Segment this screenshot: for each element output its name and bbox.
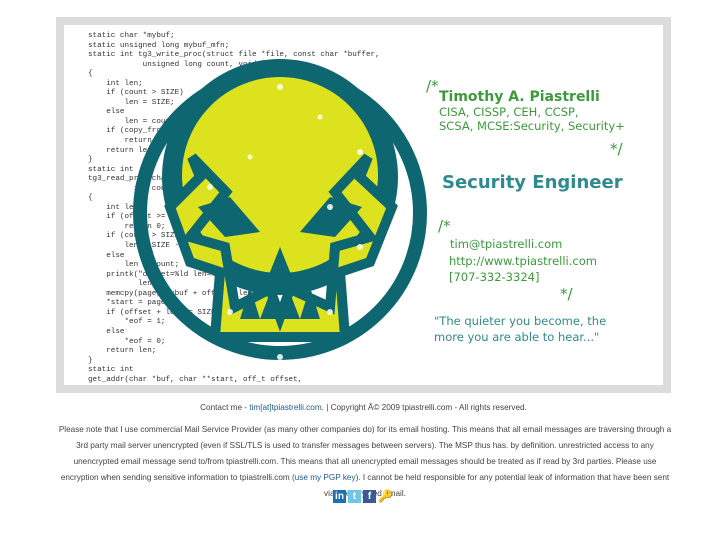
facebook-icon[interactable]: f <box>363 490 376 503</box>
job-title: Security Engineer <box>442 172 623 193</box>
comment-open-2: /* <box>438 217 451 235</box>
contact-line: Contact me - tim[at]tpiastrelli.com. | C… <box>0 403 727 412</box>
website-text: http://www.tpiastrelli.com <box>449 254 597 268</box>
pgp-key-link[interactable]: use my PGP key <box>295 473 356 482</box>
certifications-line-1: CISA, CISSP, CEH, CCSP, <box>439 105 579 119</box>
certifications-line-2: SCSA, MCSE:Security, Security+ <box>439 119 625 133</box>
code-line: get_addr(char *buf, char **start, off_t … <box>88 375 303 384</box>
comment-close-2: */ <box>560 285 573 303</box>
quote-line-2: more you are able to hear..." <box>434 330 600 344</box>
email-text: tim@tpiastrelli.com <box>450 237 563 251</box>
pgp-key-icon[interactable]: 🔑 <box>378 490 393 503</box>
code-line: static char *mybuf; <box>88 32 175 40</box>
contact-email-link[interactable]: tim[at]tpiastrelli.com <box>249 403 321 412</box>
social-links: in t f 🔑 <box>333 490 393 503</box>
banner: static char *mybuf; static unsigned long … <box>56 17 671 393</box>
linkedin-icon[interactable]: in <box>333 490 346 503</box>
comment-open: /* <box>426 77 439 95</box>
skull-logo-icon <box>133 59 427 360</box>
quote-line-1: "The quieter you become, the <box>434 314 607 328</box>
name: Timothy A. Piastrelli <box>439 89 600 105</box>
code-line: static unsigned long mybuf_mfn; <box>88 41 230 50</box>
copyright: . | Copyright Â© 2009 tpiastrelli.com - … <box>321 403 527 412</box>
comment-close: */ <box>610 140 623 158</box>
phone-text: [707-332-3324] <box>449 270 540 284</box>
twitter-icon[interactable]: t <box>348 490 361 503</box>
contact-prefix: Contact me - <box>200 403 250 412</box>
